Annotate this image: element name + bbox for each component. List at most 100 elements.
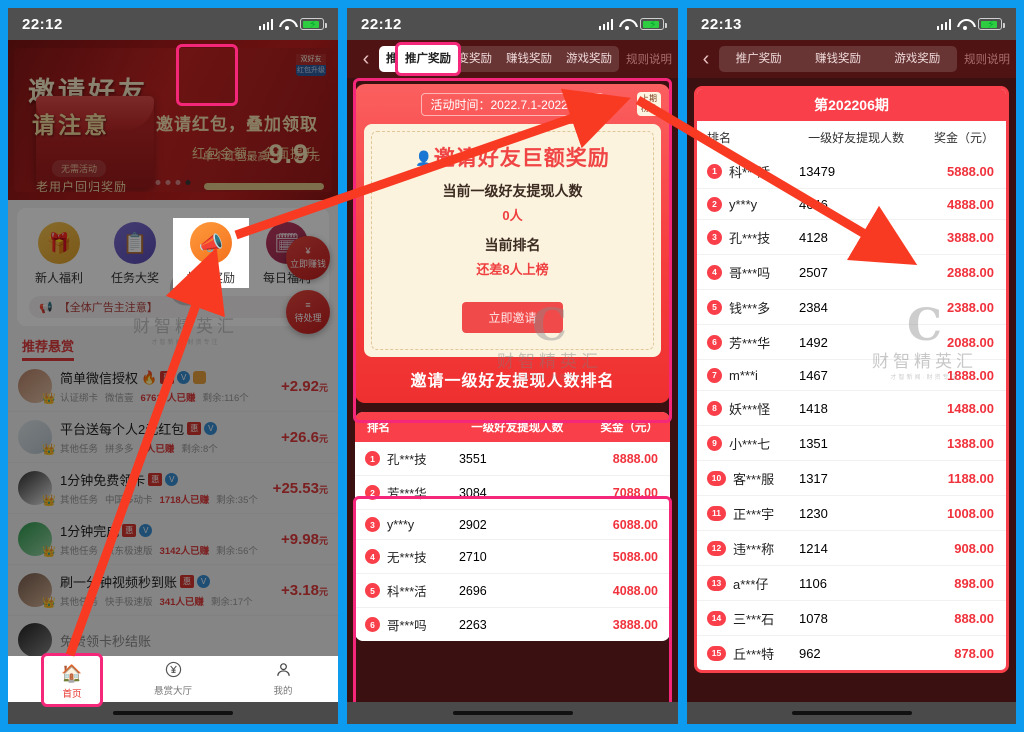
list-item[interactable]: 👑 刷一分钟视频秒到账 惠 V 其他任务 快手极速版 341人已赚 剩余:17个 xyxy=(8,565,338,616)
count-cell: 1492 xyxy=(798,334,828,350)
col-prize: 奖金（元） xyxy=(933,131,994,145)
prize-cell: 878.00 xyxy=(954,645,994,661)
user-name: 哥***吗 xyxy=(729,265,771,281)
banner-dots[interactable] xyxy=(155,180,191,185)
user-name: m***i xyxy=(729,367,758,383)
task-left: 剩余:35个 xyxy=(216,495,258,506)
task-name-row: 1分钟免费领卡 惠 V xyxy=(60,470,265,489)
quick-actions-card: 🎁 新人福利 📋 任务大奖 📣 推广奖励 🗓 每日福利 📢 【全体广告主注意】 xyxy=(17,208,329,326)
list-item[interactable]: 👑 简单微信授权 🔥 惠 V 认证绑卡 微信壹 67618人已赚 剩余:116个… xyxy=(8,361,338,412)
task-source: 快手极速版 xyxy=(105,597,153,608)
quick-action-task-prize[interactable]: 📋 任务大奖 xyxy=(97,218,173,288)
rank-badge: 2 xyxy=(707,196,722,212)
task-joined: 341人已赚 xyxy=(159,597,204,608)
count-cell: 4128 xyxy=(798,229,828,245)
crown-icon: 👑 xyxy=(42,546,56,558)
rank-cell: 5 钱***多 xyxy=(697,298,799,317)
status-icons: ⚡ xyxy=(936,18,1005,31)
tag-verified: V xyxy=(197,575,211,588)
table-row: 5 钱***多 2384 2388.00 xyxy=(697,290,1006,325)
quick-actions-row: 🎁 新人福利 📋 任务大奖 📣 推广奖励 🗓 每日福利 xyxy=(21,218,325,288)
signal-icon xyxy=(936,18,951,30)
table-row: 1 科***活 13479 5888.00 xyxy=(697,154,1006,189)
avatar: 👑 xyxy=(18,369,56,405)
home-label: 首页 xyxy=(62,689,82,700)
rank-badge: 15 xyxy=(707,645,726,661)
table-row: 11 正***宇 1230 1008.00 xyxy=(697,496,1006,531)
list-item[interactable]: 👑 平台送每个人2元红包 惠 V 其他任务 拼多多 1人已赚 剩余:8个 +26… xyxy=(8,412,338,463)
tag-verified: V xyxy=(177,371,191,384)
quick-action-promotion-reward[interactable]: 📣 推广奖励 xyxy=(173,218,249,288)
rank-badge: 5 xyxy=(707,299,722,315)
banner-badge-top: 双好友 xyxy=(296,54,326,65)
yen-icon: ¥ xyxy=(305,246,311,256)
task-name: 1分钟完成 xyxy=(60,524,120,539)
col-rank: 排名 xyxy=(707,131,732,145)
quick-action-label: 任务大奖 xyxy=(110,271,159,285)
task-category: 其他任务 xyxy=(60,495,99,506)
promo-banner[interactable]: 双好友 红包升级 邀请好友 请注意 无需活动 老用户回归奖励 邀请红包，叠加领取… xyxy=(8,40,338,200)
prize-cell: 2388.00 xyxy=(946,299,994,315)
task-amount-value: 25.53 xyxy=(281,479,319,497)
task-name: 1分钟免费领卡 xyxy=(60,473,146,488)
rank-badge: 12 xyxy=(707,540,726,556)
task-joined: 1718人已赚 xyxy=(159,495,210,506)
tab-promotion-reward[interactable]: 推广奖励 xyxy=(719,46,798,72)
user-name: 孔***技 xyxy=(729,230,771,246)
avatar: 👑 xyxy=(18,522,56,558)
tag-verified: V xyxy=(139,524,153,537)
rules-link[interactable]: 规则说明 xyxy=(964,51,1010,67)
tab-earn-reward[interactable]: 赚钱奖励 xyxy=(499,46,559,72)
table-row: 1 孔***技 3551 8888.00 xyxy=(355,442,670,476)
chevron-left-icon[interactable]: ‹ xyxy=(353,48,379,71)
task-name-row: 简单微信授权 🔥 惠 V xyxy=(60,368,273,387)
prize-cell: 1488.00 xyxy=(946,400,994,416)
tab-mine[interactable]: 我的 xyxy=(228,661,338,697)
table-row: 7 m***i 1467 1888.00 xyxy=(697,360,1006,391)
rank-badge: 10 xyxy=(707,470,726,486)
rank-cell: 2 y***y xyxy=(697,196,799,212)
task-amount-value: 26.6 xyxy=(289,428,319,446)
prize-cell: 8888.00 xyxy=(612,451,658,466)
task-amount: +26.6元 xyxy=(281,428,328,446)
pending-float-button[interactable]: ≡ 待处理 xyxy=(286,290,330,334)
task-list: 👑 简单微信授权 🔥 惠 V 认证绑卡 微信壹 67618人已赚 剩余:116个… xyxy=(8,361,338,665)
count-cell: 1351 xyxy=(798,435,828,451)
task-meta: 其他任务 拼多多 1人已赚 剩余:8个 xyxy=(60,441,273,455)
earn-now-float-button[interactable]: ¥ 立即赚钱 xyxy=(286,236,330,280)
rank-cell: 1 孔***技 xyxy=(355,449,459,468)
rules-link[interactable]: 规则说明 xyxy=(626,51,672,67)
list-item[interactable]: 👑 1分钟免费领卡 惠 V 其他任务 中国移动卡 1718人已赚 剩余:35个 xyxy=(8,463,338,514)
quick-action-newbie[interactable]: 🎁 新人福利 xyxy=(21,218,97,288)
status-bar: 22:12 ⚡ xyxy=(347,8,678,40)
task-amount-value: 2.92 xyxy=(289,377,319,395)
table-row: 6 芳***华 1492 2088.00 xyxy=(697,325,1006,360)
task-source: 中国移动卡 xyxy=(105,495,153,506)
tab-task-hall[interactable]: 悬赏大厅 xyxy=(118,661,228,697)
prize-cell: 908.00 xyxy=(954,540,994,556)
rank-badge: 3 xyxy=(707,229,722,245)
table-row: 4 哥***吗 2507 2888.00 xyxy=(697,255,1006,290)
fire-icon: 🔥 xyxy=(141,369,158,385)
task-name: 平台送每个人2元红包 xyxy=(60,422,185,437)
highlight-tab-promotion: 推广奖励 xyxy=(395,42,461,76)
task-amount-unit: 元 xyxy=(318,535,328,546)
tab-earn-reward[interactable]: 赚钱奖励 xyxy=(798,46,877,72)
task-category: 其他任务 xyxy=(60,546,99,557)
chevron-left-icon[interactable]: ‹ xyxy=(693,48,719,71)
rank-cell: 6 芳***华 xyxy=(697,333,799,352)
notice-bar[interactable]: 📢 【全体广告主注意】 xyxy=(29,296,317,318)
list-item[interactable]: 👑 1分钟完成 惠 V 其他任务 京东极速版 3142人已赚 剩余:56个 +9… xyxy=(8,514,338,565)
tab-game-reward[interactable]: 游戏奖励 xyxy=(559,46,619,72)
tag-hot: 惠 xyxy=(187,422,202,435)
banner-max-value: 9.9 xyxy=(268,139,309,169)
period-rank-card: 第202206期 排名 一级好友提现人数 奖金（元） 1 科***活 13479 58… xyxy=(694,86,1009,673)
period-title: 第202206期 xyxy=(697,89,1006,121)
table-row: 3 孔***技 4128 3888.00 xyxy=(697,220,1006,255)
col-count: 一级好友提现人数 xyxy=(808,131,905,145)
task-joined: 67618人已赚 xyxy=(140,393,196,404)
task-joined: 3142人已赚 xyxy=(159,546,210,557)
nav-bar: ‹ 推广奖励 赚钱奖励 游戏奖励 规则说明 xyxy=(687,40,1016,78)
tab-game-reward[interactable]: 游戏奖励 xyxy=(878,46,957,72)
list-icon: ≡ xyxy=(305,300,311,310)
